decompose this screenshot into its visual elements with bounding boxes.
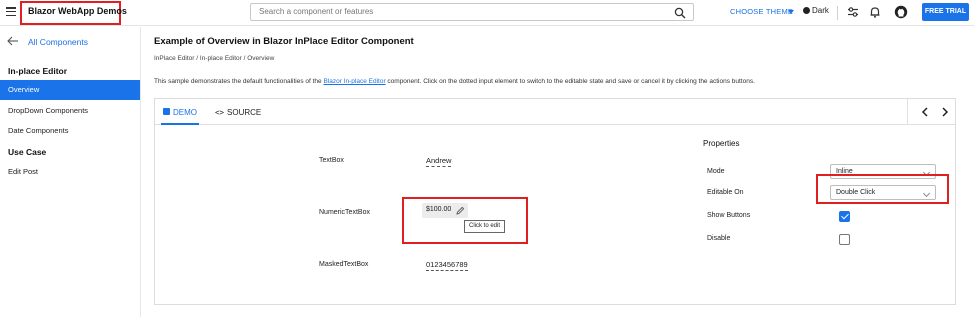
menu-icon[interactable] xyxy=(6,7,16,17)
tab-source[interactable]: <> SOURCE xyxy=(215,99,261,125)
editable-on-label: Editable On xyxy=(707,189,744,196)
tab-demo[interactable]: DEMO xyxy=(161,99,199,125)
sidebar-item-dropdown-components[interactable]: DropDown Components xyxy=(0,101,140,121)
description-text-start: This sample demonstrates the default fun… xyxy=(154,78,324,85)
mode-label: Mode xyxy=(707,168,725,175)
highlight-box-editable-on xyxy=(816,174,949,204)
show-buttons-checkbox[interactable] xyxy=(839,211,850,222)
sidebar-heading-in-place-editor: In-place Editor xyxy=(8,66,68,76)
header-divider xyxy=(837,6,838,20)
sidebar: All Components In-place Editor Overview … xyxy=(0,27,141,317)
properties-title: Properties xyxy=(703,139,740,148)
search-icon[interactable] xyxy=(674,7,686,19)
moon-icon xyxy=(803,7,810,14)
textbox-inplace-editor[interactable]: Andrew xyxy=(426,156,452,167)
choose-theme-button[interactable]: CHOOSE THEME xyxy=(730,7,793,16)
blazor-in-place-editor-link[interactable]: Blazor In-place Editor xyxy=(323,78,385,85)
dark-mode-toggle[interactable]: Dark xyxy=(803,6,829,15)
maskedtextbox-inplace-editor[interactable]: 0123456789 xyxy=(426,260,468,271)
demo-panel: DEMO <> SOURCE TextBox Andrew NumericText… xyxy=(154,98,956,305)
settings-sliders-icon[interactable] xyxy=(846,5,860,19)
show-buttons-label: Show Buttons xyxy=(707,212,751,219)
app-title[interactable]: Blazor WebApp Demos xyxy=(28,6,127,16)
back-arrow-icon[interactable] xyxy=(7,36,19,46)
field-label-maskedtextbox: MaskedTextBox xyxy=(319,261,369,268)
description-text-end: component. Click on the dotted input ele… xyxy=(385,78,755,85)
tab-source-label: SOURCE xyxy=(227,108,262,117)
disable-label: Disable xyxy=(707,235,731,242)
highlight-box-numeric xyxy=(402,197,528,244)
bell-icon[interactable] xyxy=(868,5,882,19)
dark-mode-label: Dark xyxy=(812,6,829,15)
tab-nav-divider xyxy=(907,99,908,125)
chevron-left-icon[interactable] xyxy=(919,106,931,118)
sidebar-item-edit-post[interactable]: Edit Post xyxy=(0,162,140,182)
demo-icon xyxy=(163,108,170,115)
caret-down-icon xyxy=(788,10,794,14)
sidebar-item-overview[interactable]: Overview xyxy=(0,80,140,100)
breadcrumb: InPlace Editor / In-place Editor / Overv… xyxy=(154,55,275,62)
code-icon: <> xyxy=(215,108,225,117)
field-label-textbox: TextBox xyxy=(319,157,344,164)
search-placeholder: Search a component or features xyxy=(259,7,374,16)
sidebar-item-date-components[interactable]: Date Components xyxy=(0,121,140,141)
sidebar-heading-use-case: Use Case xyxy=(8,147,47,157)
free-trial-button[interactable]: FREE TRIAL xyxy=(922,3,969,21)
page-description: This sample demonstrates the default fun… xyxy=(154,78,755,85)
tab-demo-label: DEMO xyxy=(173,108,197,117)
all-components-link[interactable]: All Components xyxy=(28,37,88,47)
search-input[interactable]: Search a component or features xyxy=(250,3,694,21)
disable-checkbox[interactable] xyxy=(839,234,850,245)
top-header: Blazor WebApp Demos Search a component o… xyxy=(0,0,974,26)
chevron-right-icon[interactable] xyxy=(939,106,951,118)
github-icon[interactable] xyxy=(894,5,908,19)
tab-bar: DEMO <> SOURCE xyxy=(155,99,955,125)
field-label-numerictextbox: NumericTextBox xyxy=(319,209,370,216)
page-title: Example of Overview in Blazor InPlace Ed… xyxy=(154,36,414,47)
